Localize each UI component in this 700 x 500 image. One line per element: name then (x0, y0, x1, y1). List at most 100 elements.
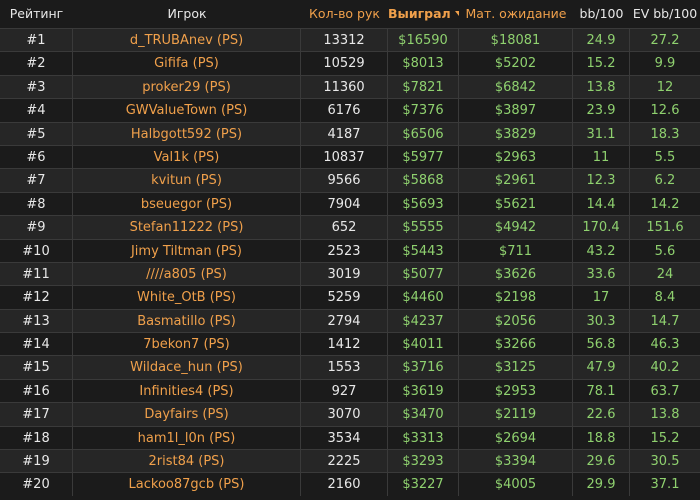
header-player[interactable]: Игрок (73, 0, 301, 28)
cell-bb100: 78.1 (573, 378, 630, 403)
cell-hands: 652 (301, 215, 388, 239)
cell-rank: #3 (0, 74, 73, 99)
header-hands[interactable]: Кол-во рук (301, 0, 388, 28)
cell-hands: 3534 (301, 425, 388, 450)
header-bb100[interactable]: bb/100 (573, 0, 630, 28)
player-link[interactable]: 2rist84 (PS) (73, 449, 301, 473)
header-ev[interactable]: Мат. ожидание (459, 0, 573, 28)
caret-down-icon (454, 11, 459, 16)
cell-ev: $3266 (459, 332, 573, 356)
cell-rank: #5 (0, 121, 73, 145)
cell-rank: #15 (0, 355, 73, 379)
cell-evbb100: 63.7 (630, 378, 700, 403)
cell-evbb100: 12.6 (630, 98, 700, 122)
cell-ev: $4942 (459, 215, 573, 239)
cell-won: $6506 (388, 121, 459, 145)
header-rank[interactable]: Рейтинг (0, 0, 73, 28)
player-link[interactable]: kvitun (PS) (73, 168, 301, 192)
cell-bb100: 29.9 (573, 472, 630, 496)
cell-hands: 3019 (301, 261, 388, 286)
cell-hands: 7904 (301, 191, 388, 216)
cell-ev: $4005 (459, 472, 573, 496)
player-link[interactable]: Dayfairs (PS) (73, 402, 301, 426)
cell-ev: $2953 (459, 378, 573, 403)
header-evbb100[interactable]: EV bb/100 (630, 0, 700, 28)
player-link[interactable]: White_OtB (PS) (73, 285, 301, 309)
cell-ev: $2694 (459, 425, 573, 450)
cell-hands: 10837 (301, 144, 388, 169)
cell-ev: $2961 (459, 168, 573, 192)
cell-rank: #7 (0, 168, 73, 192)
header-won[interactable]: Выиграл (388, 0, 459, 28)
cell-evbb100: 9.9 (630, 51, 700, 75)
cell-ev: $2056 (459, 308, 573, 333)
cell-evbb100: 13.8 (630, 402, 700, 426)
player-link[interactable]: proker29 (PS) (73, 74, 301, 99)
cell-bb100: 24.9 (573, 28, 630, 52)
player-link[interactable]: d_TRUBAnev (PS) (73, 28, 301, 52)
cell-bb100: 43.2 (573, 238, 630, 262)
cell-hands: 3070 (301, 402, 388, 426)
cell-bb100: 22.6 (573, 402, 630, 426)
cell-rank: #13 (0, 308, 73, 333)
player-link[interactable]: Stefan11222 (PS) (73, 215, 301, 239)
cell-rank: #10 (0, 238, 73, 262)
player-link[interactable]: ham1l_l0n (PS) (73, 425, 301, 450)
cell-bb100: 23.9 (573, 98, 630, 122)
cell-ev: $5202 (459, 51, 573, 75)
cell-hands: 2160 (301, 472, 388, 496)
player-link[interactable]: bseuegor (PS) (73, 191, 301, 216)
cell-won: $3619 (388, 378, 459, 403)
cell-hands: 1412 (301, 332, 388, 356)
player-link[interactable]: Halbgott592 (PS) (73, 121, 301, 145)
cell-ev: $18081 (459, 28, 573, 52)
cell-evbb100: 151.6 (630, 215, 700, 239)
cell-evbb100: 6.2 (630, 168, 700, 192)
cell-won: $7376 (388, 98, 459, 122)
cell-bb100: 30.3 (573, 308, 630, 333)
cell-ev: $2198 (459, 285, 573, 309)
cell-rank: #17 (0, 402, 73, 426)
cell-hands: 927 (301, 378, 388, 403)
cell-evbb100: 12 (630, 74, 700, 99)
cell-ev: $6842 (459, 74, 573, 99)
cell-rank: #14 (0, 332, 73, 356)
cell-ev: $711 (459, 238, 573, 262)
cell-ev: $5621 (459, 191, 573, 216)
cell-evbb100: 8.4 (630, 285, 700, 309)
cell-ev: $3394 (459, 449, 573, 473)
player-link[interactable]: Infinities4 (PS) (73, 378, 301, 403)
player-link[interactable]: 7bekon7 (PS) (73, 332, 301, 356)
cell-hands: 9566 (301, 168, 388, 192)
cell-ev: $3897 (459, 98, 573, 122)
cell-won: $5693 (388, 191, 459, 216)
cell-won: $5555 (388, 215, 459, 239)
cell-hands: 6176 (301, 98, 388, 122)
player-link[interactable]: Gififa (PS) (73, 51, 301, 75)
player-link[interactable]: Jimy Tiltman (PS) (73, 238, 301, 262)
cell-won: $4460 (388, 285, 459, 309)
player-link[interactable]: Wildace_hun (PS) (73, 355, 301, 379)
cell-bb100: 11 (573, 144, 630, 169)
cell-hands: 4187 (301, 121, 388, 145)
cell-won: $5077 (388, 261, 459, 286)
player-link[interactable]: Basmatillo (PS) (73, 308, 301, 333)
player-link[interactable]: Val1k (PS) (73, 144, 301, 169)
cell-ev: $3829 (459, 121, 573, 145)
cell-won: $16590 (388, 28, 459, 52)
cell-won: $4011 (388, 332, 459, 356)
cell-ev: $2119 (459, 402, 573, 426)
cell-bb100: 12.3 (573, 168, 630, 192)
cell-bb100: 14.4 (573, 191, 630, 216)
cell-bb100: 18.8 (573, 425, 630, 450)
header-won-label: Выиграл (388, 6, 451, 21)
cell-won: $3293 (388, 449, 459, 473)
cell-rank: #19 (0, 449, 73, 473)
cell-hands: 2523 (301, 238, 388, 262)
cell-bb100: 33.6 (573, 261, 630, 286)
player-link[interactable]: Lackoo87gcb (PS) (73, 472, 301, 496)
cell-evbb100: 46.3 (630, 332, 700, 356)
cell-rank: #6 (0, 144, 73, 169)
player-link[interactable]: GWValueTown (PS) (73, 98, 301, 122)
player-link[interactable]: ////a805 (PS) (73, 261, 301, 286)
